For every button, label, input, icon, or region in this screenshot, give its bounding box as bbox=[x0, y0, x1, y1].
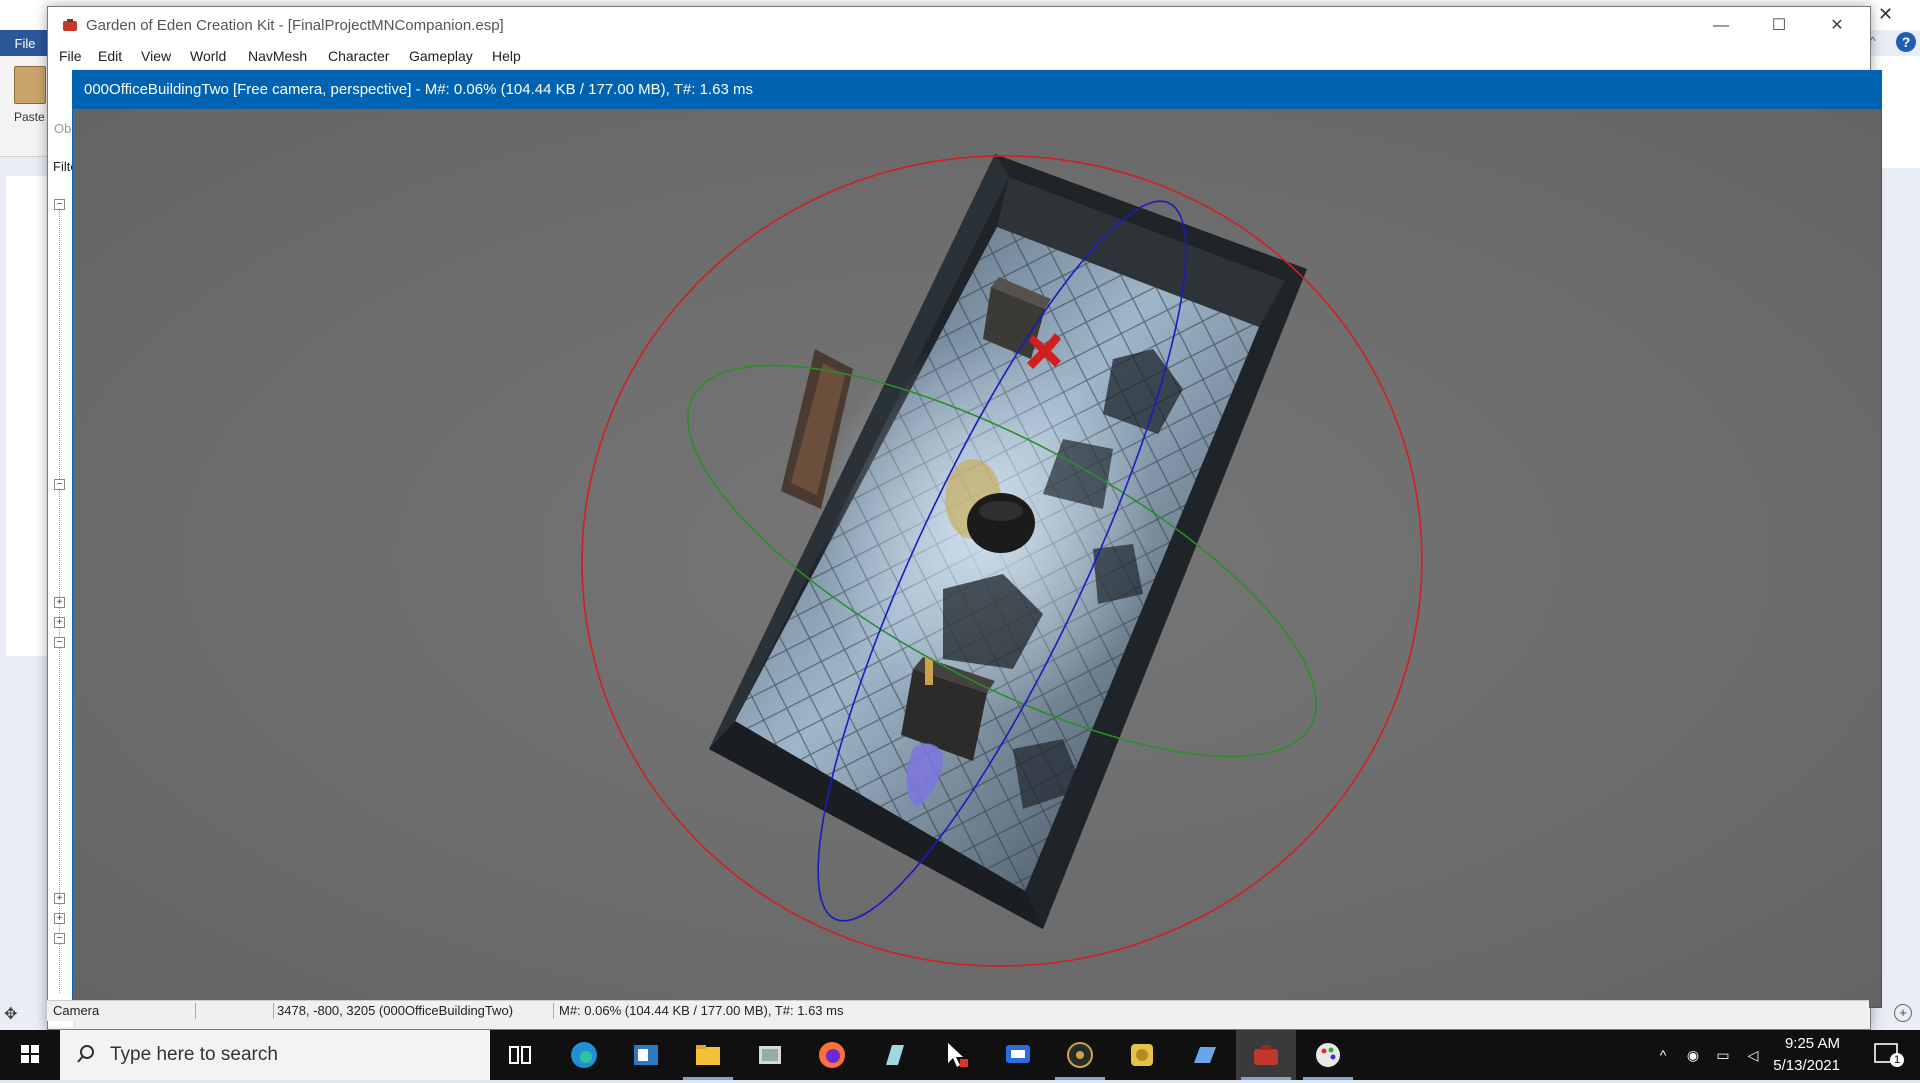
menu-help[interactable]: Help bbox=[492, 48, 521, 64]
status-bar: Camera 3478, -800, 3205 (000OfficeBuildi… bbox=[47, 1000, 1869, 1021]
search-placeholder: Type here to search bbox=[110, 1044, 278, 1065]
menu-character[interactable]: Character bbox=[328, 48, 389, 64]
taskbar-cursor-tool[interactable] bbox=[926, 1030, 986, 1080]
tree-collapse-icon[interactable]: − bbox=[54, 933, 65, 944]
task-view-icon bbox=[509, 1046, 531, 1064]
3d-viewport[interactable] bbox=[73, 109, 1881, 1007]
taskbar: Type here to search ^ ◉ ▭ ◁ 9:25 AM 5/13… bbox=[0, 1030, 1920, 1080]
tree-expand-icon[interactable]: + bbox=[54, 617, 65, 628]
render-titlebar: 000OfficeBuildingTwo [Free camera, persp… bbox=[73, 71, 1881, 109]
notepad-icon bbox=[886, 1045, 904, 1065]
taskbar-edge[interactable] bbox=[554, 1030, 614, 1080]
render-window-title: 000OfficeBuildingTwo [Free camera, persp… bbox=[84, 81, 753, 98]
taskbar-file-explorer[interactable] bbox=[678, 1030, 738, 1080]
move-icon: ✥ bbox=[4, 1006, 18, 1023]
snipping-icon bbox=[759, 1046, 781, 1064]
taskbar-remote-desktop[interactable] bbox=[988, 1030, 1048, 1080]
notification-count: 1 bbox=[1890, 1053, 1904, 1067]
menu-navmesh[interactable]: NavMesh bbox=[248, 48, 307, 64]
taskbar-writer[interactable] bbox=[1174, 1030, 1234, 1080]
background-close-icon[interactable]: ✕ bbox=[1878, 4, 1893, 25]
file-explorer-icon bbox=[696, 1045, 720, 1065]
volume-icon[interactable]: ◁ bbox=[1744, 1046, 1762, 1064]
tree-expand-icon[interactable]: + bbox=[54, 913, 65, 924]
taskbar-firefox[interactable] bbox=[802, 1030, 862, 1080]
start-button[interactable] bbox=[0, 1030, 60, 1080]
status-camera: Camera bbox=[53, 1003, 100, 1018]
sticky-icon bbox=[1131, 1044, 1153, 1066]
network-icon[interactable]: ▭ bbox=[1714, 1046, 1732, 1064]
notification-button[interactable]: 1 bbox=[1872, 1040, 1904, 1070]
menu-gameplay[interactable]: Gameplay bbox=[409, 48, 473, 64]
tree-collapse-icon[interactable]: − bbox=[54, 637, 65, 648]
taskbar-geck[interactable] bbox=[1236, 1030, 1296, 1080]
tree-collapse-icon[interactable]: − bbox=[54, 199, 65, 210]
background-file-tab[interactable]: File bbox=[0, 30, 50, 56]
menu-bar: File Edit View World NavMesh Character G… bbox=[48, 45, 1870, 69]
taskbar-outlook[interactable] bbox=[616, 1030, 676, 1080]
clock-time[interactable]: 9:25 AM bbox=[1762, 1035, 1840, 1052]
paste-icon[interactable] bbox=[14, 66, 46, 104]
window-title: Garden of Eden Creation Kit - [FinalProj… bbox=[86, 17, 504, 34]
scene-render[interactable] bbox=[73, 109, 1881, 1007]
taskbar-snipping[interactable] bbox=[740, 1030, 800, 1080]
tree-collapse-icon[interactable]: − bbox=[54, 479, 65, 490]
maximize-button[interactable]: ☐ bbox=[1756, 13, 1802, 39]
menu-edit[interactable]: Edit bbox=[98, 48, 122, 64]
close-button[interactable]: ✕ bbox=[1814, 13, 1860, 39]
status-separator bbox=[553, 1003, 554, 1019]
help-icon[interactable]: ? bbox=[1896, 32, 1916, 52]
minimize-button[interactable]: — bbox=[1698, 13, 1744, 39]
fallout-icon bbox=[1067, 1042, 1093, 1068]
status-coordinates: 3478, -800, 3205 (000OfficeBuildingTwo) bbox=[277, 1003, 514, 1018]
status-separator bbox=[273, 1003, 274, 1019]
object-search-label: Ob bbox=[54, 121, 72, 136]
windows-logo-icon bbox=[21, 1045, 39, 1063]
geck-app-icon bbox=[63, 19, 77, 31]
paint-icon bbox=[1316, 1043, 1340, 1067]
geck-icon bbox=[1254, 1045, 1278, 1065]
task-view-button[interactable] bbox=[490, 1030, 550, 1080]
ck-titlebar: Garden of Eden Creation Kit - [FinalProj… bbox=[48, 7, 1870, 45]
taskbar-sticky[interactable] bbox=[1112, 1030, 1172, 1080]
outlook-icon bbox=[634, 1045, 658, 1065]
background-document bbox=[6, 176, 50, 656]
clock-date[interactable]: 5/13/2021 bbox=[1762, 1057, 1840, 1074]
room-mesh[interactable] bbox=[709, 154, 1307, 929]
show-hidden-icons[interactable]: ^ bbox=[1654, 1046, 1672, 1064]
menu-world[interactable]: World bbox=[190, 48, 226, 64]
zoom-in-icon[interactable]: + bbox=[1894, 1004, 1912, 1022]
tray-fallout-icon[interactable]: ◉ bbox=[1684, 1046, 1702, 1064]
taskbar-fallout[interactable] bbox=[1050, 1030, 1110, 1080]
render-window[interactable]: 000OfficeBuildingTwo [Free camera, persp… bbox=[72, 70, 1882, 1008]
taskbar-notepad[interactable] bbox=[864, 1030, 924, 1080]
firefox-icon bbox=[819, 1042, 845, 1068]
object-window-panel: Ob Filte − − + + − + + − < bbox=[48, 69, 78, 1061]
search-icon bbox=[77, 1045, 94, 1063]
taskbar-paint[interactable] bbox=[1298, 1030, 1358, 1080]
tree-expand-icon[interactable]: + bbox=[54, 597, 65, 608]
remote-desktop-icon bbox=[1006, 1045, 1030, 1063]
menu-view[interactable]: View bbox=[141, 48, 171, 64]
menu-file[interactable]: File bbox=[59, 48, 82, 64]
cursor-tool-icon bbox=[948, 1043, 968, 1067]
writer-icon bbox=[1194, 1047, 1216, 1063]
status-memory: M#: 0.06% (104.44 KB / 177.00 MB), T#: 1… bbox=[559, 1003, 844, 1018]
taskbar-search-box[interactable]: Type here to search bbox=[60, 1030, 490, 1080]
edge-icon bbox=[571, 1042, 597, 1068]
paste-label: Paste bbox=[14, 110, 45, 124]
status-separator bbox=[195, 1003, 196, 1019]
tree-expand-icon[interactable]: + bbox=[54, 893, 65, 904]
